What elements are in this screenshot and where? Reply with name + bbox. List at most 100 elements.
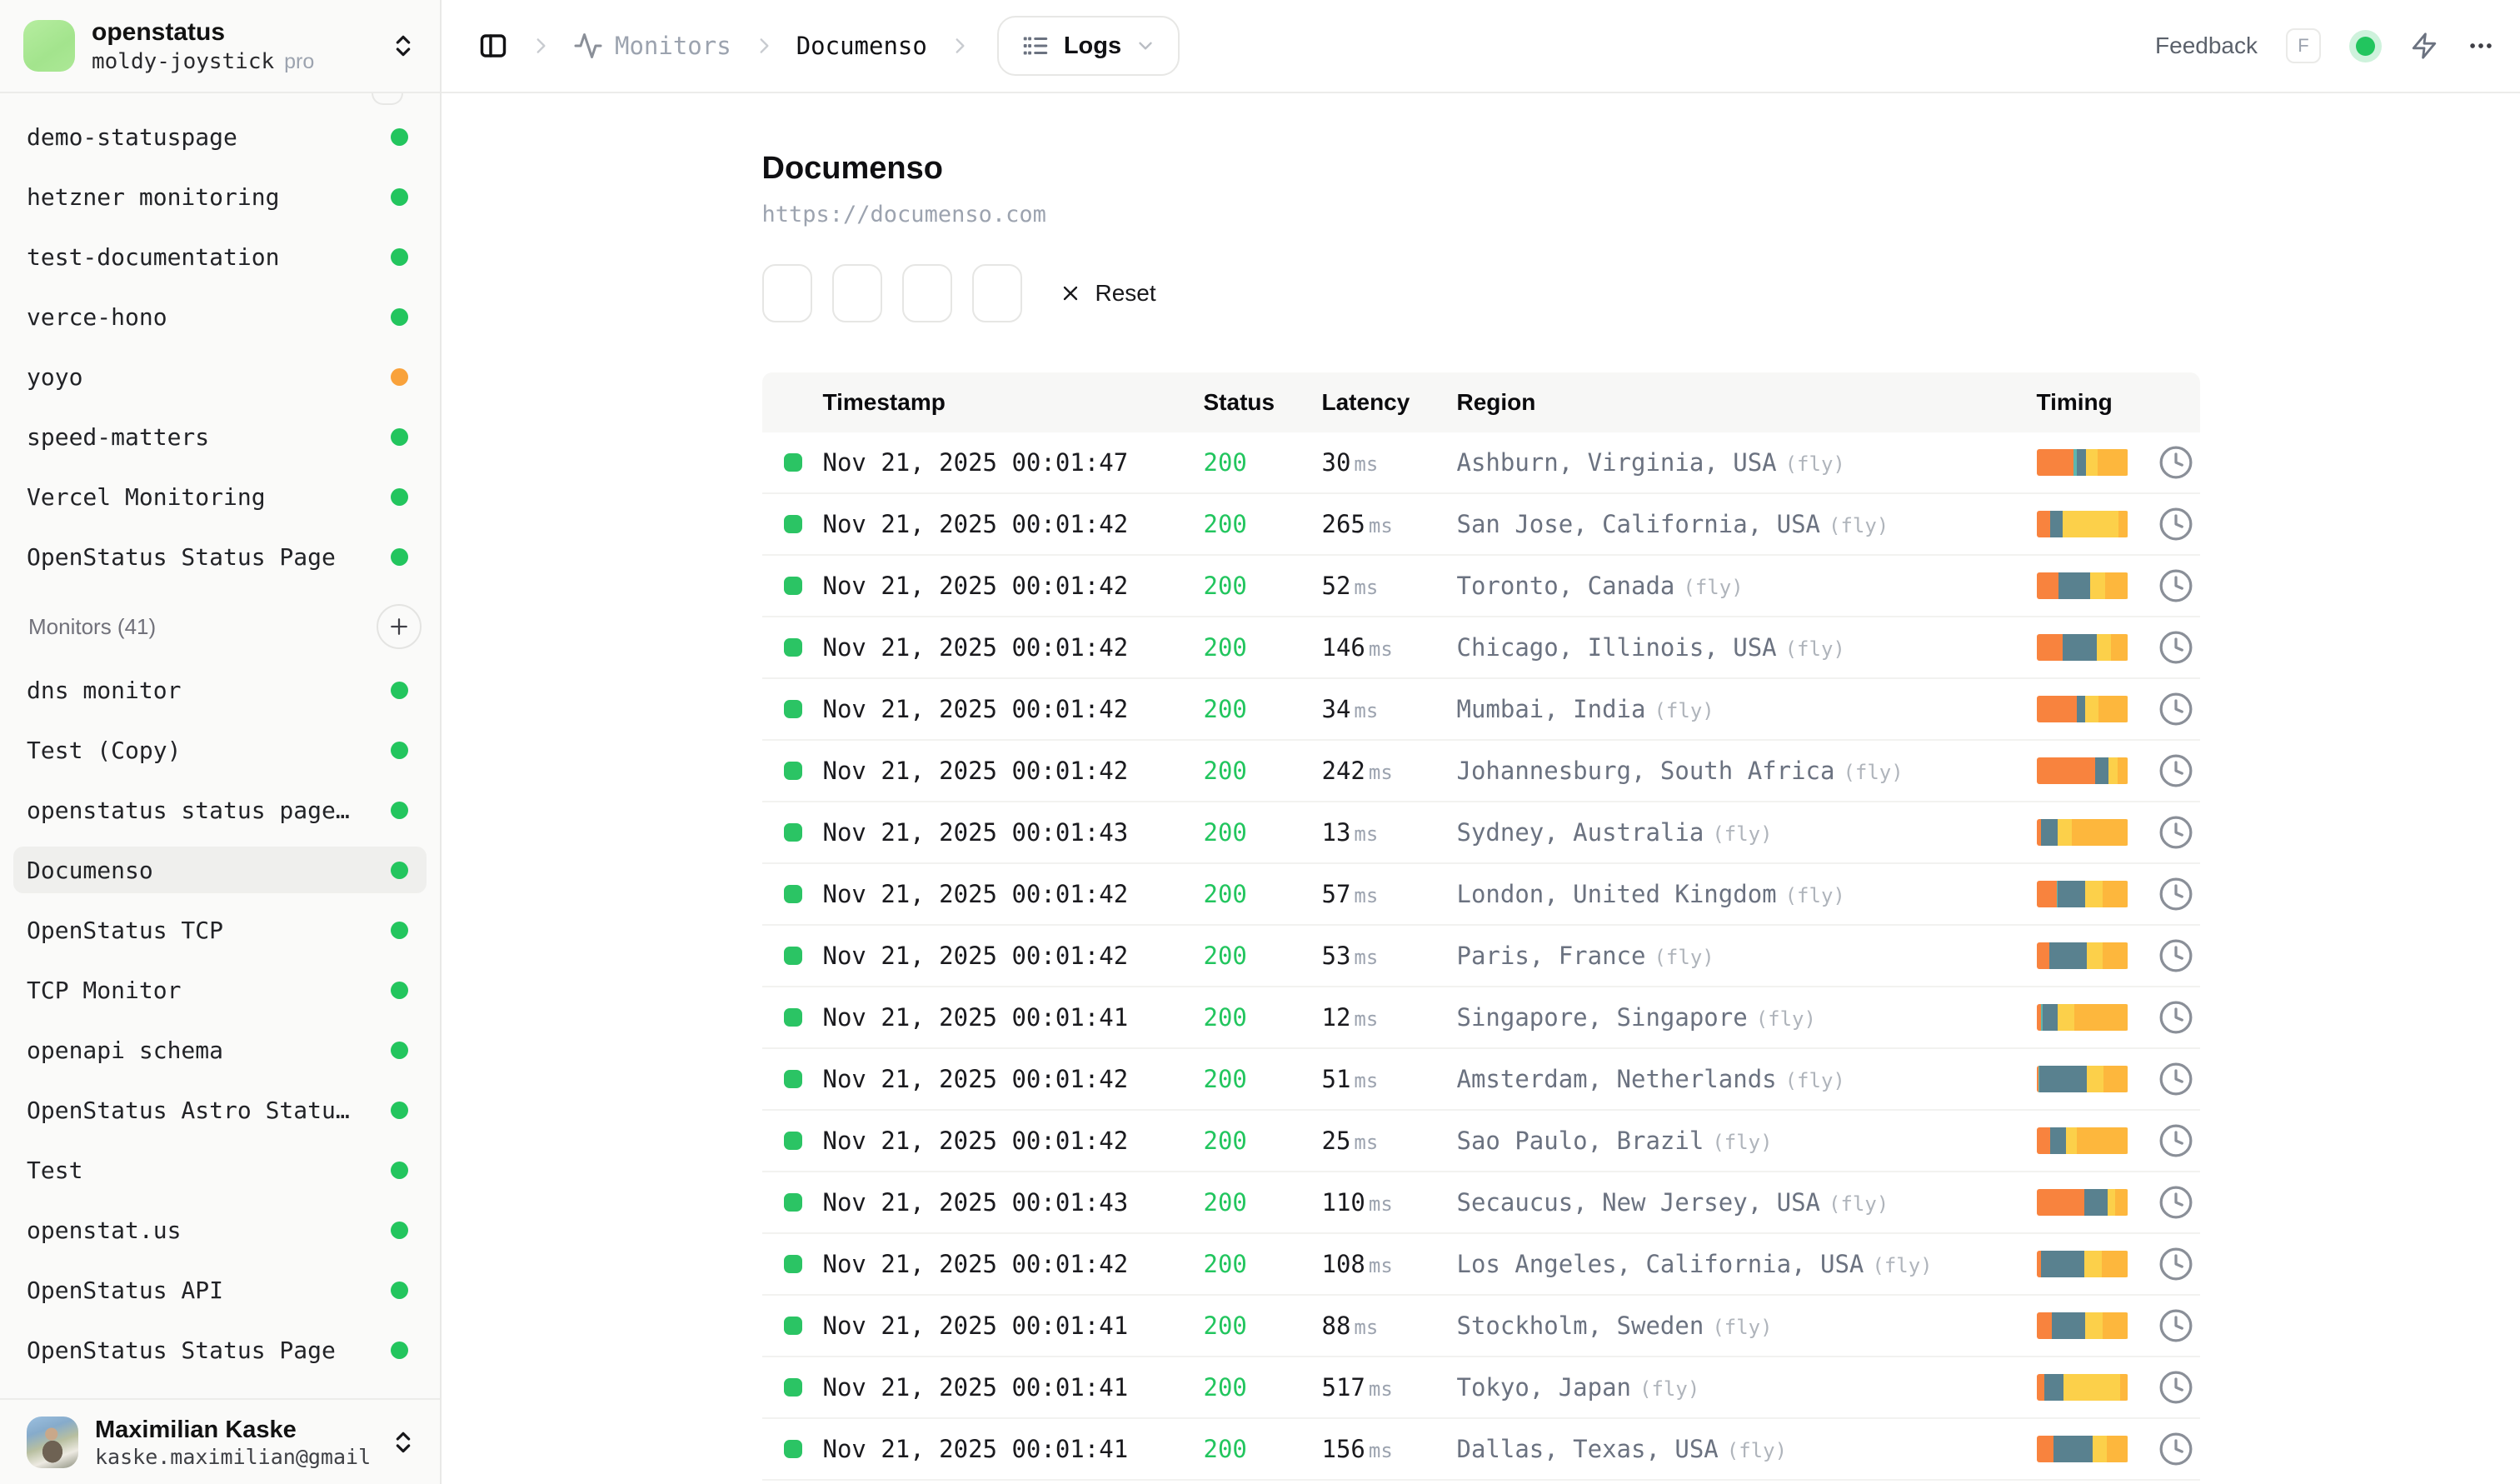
clock-icon[interactable] <box>2157 567 2195 605</box>
table-row[interactable]: Nov 21, 2025 00:01:42 200 25ms Sao Paulo… <box>762 1111 2200 1172</box>
table-row[interactable]: Nov 21, 2025 00:01:47 200 30ms Ashburn, … <box>762 432 2200 494</box>
list-details-icon <box>1020 31 1050 61</box>
row-latency-unit: ms <box>1354 1316 1378 1339</box>
timing-segment-orange <box>2037 1312 2053 1339</box>
clock-icon[interactable] <box>2157 998 2195 1037</box>
sidebar-nav: demo-statuspage hetzner monitoring test-… <box>0 93 440 1398</box>
zap-icon <box>2410 32 2438 60</box>
clock-icon[interactable] <box>2157 1307 2195 1345</box>
clock-icon[interactable] <box>2157 813 2195 852</box>
row-latency: 88 <box>1322 1312 1351 1340</box>
clock-icon[interactable] <box>2157 443 2195 482</box>
timing-segment-amber <box>2120 1374 2128 1401</box>
feedback-link[interactable]: Feedback <box>2155 32 2258 59</box>
table-row[interactable]: Nov 21, 2025 00:01:43 200 110ms Secaucus… <box>762 1172 2200 1234</box>
table-row[interactable]: Nov 21, 2025 00:01:42 200 146ms Chicago,… <box>762 617 2200 679</box>
sidebar-monitor-item[interactable]: dns monitor <box>13 667 427 713</box>
view-selector-button[interactable]: Logs <box>997 16 1180 76</box>
user-menu[interactable]: Maximilian Kaske kaske.maximilian@gmail… <box>0 1398 440 1484</box>
table-row[interactable]: Nov 21, 2025 00:01:43 200 13ms Sydney, A… <box>762 802 2200 864</box>
row-region-provider: (fly) <box>1756 1007 1816 1031</box>
sidebar-toggle-button[interactable] <box>478 31 508 61</box>
clock-icon[interactable] <box>2157 1368 2195 1407</box>
timing-segment-yellow <box>2085 881 2103 907</box>
clock-icon[interactable] <box>2157 1060 2195 1098</box>
table-row[interactable]: Nov 21, 2025 00:01:42 200 242ms Johannes… <box>762 741 2200 802</box>
filter-button[interactable] <box>902 264 952 322</box>
sidebar-status-page-item[interactable]: Vercel Monitoring <box>13 473 427 520</box>
sidebar-monitor-item[interactable]: Documenso <box>13 847 427 893</box>
timing-segment-amber <box>2118 757 2128 784</box>
status-square-icon <box>784 823 802 842</box>
workspace-switcher[interactable]: openstatus moldy-joystick pro <box>0 0 440 93</box>
timing-bar <box>2037 1004 2128 1031</box>
sidebar-monitor-item[interactable]: TCP Monitor <box>13 967 427 1013</box>
row-region-provider: (fly) <box>1872 1254 1932 1277</box>
table-row[interactable]: Nov 21, 2025 00:01:42 200 52ms Toronto, … <box>762 556 2200 617</box>
sidebar-monitor-item[interactable]: Test (Copy) <box>13 727 427 773</box>
sidebar-status-page-item[interactable]: demo-statuspage <box>13 113 427 160</box>
table-row[interactable]: Nov 21, 2025 00:01:41 200 156ms Dallas, … <box>762 1419 2200 1481</box>
timing-bar <box>2037 1189 2128 1216</box>
timing-segment-amber <box>2111 634 2128 661</box>
sidebar-monitor-item[interactable]: openstatus status page… <box>13 787 427 833</box>
sidebar-monitor-item[interactable]: openapi schema <box>13 1027 427 1073</box>
row-region: Singapore, Singapore <box>1457 1003 1748 1032</box>
row-latency: 265 <box>1322 510 1365 538</box>
clock-icon[interactable] <box>2157 752 2195 790</box>
filter-button[interactable] <box>972 264 1022 322</box>
table-row[interactable]: Nov 21, 2025 00:01:42 200 34ms Mumbai, I… <box>762 679 2200 741</box>
table-row[interactable]: Nov 21, 2025 00:01:42 200 265ms San Jose… <box>762 494 2200 556</box>
clock-icon[interactable] <box>2157 1430 2195 1468</box>
table-row[interactable]: Nov 21, 2025 00:01:42 200 53ms Paris, Fr… <box>762 926 2200 987</box>
sidebar-status-page-item[interactable]: yoyo <box>13 353 427 400</box>
sidebar-status-page-item[interactable]: hetzner monitoring <box>13 173 427 220</box>
clock-icon[interactable] <box>2157 1122 2195 1160</box>
clock-icon[interactable] <box>2157 690 2195 728</box>
sidebar-monitor-item[interactable]: OpenStatus Astro Statu… <box>13 1087 427 1133</box>
row-timestamp: Nov 21, 2025 00:01:42 <box>802 572 1179 600</box>
breadcrumb-monitor-label[interactable]: Documenso <box>796 32 927 60</box>
timing-bar <box>2037 757 2128 784</box>
sidebar-monitor-item[interactable]: OpenStatus API <box>13 1267 427 1313</box>
more-menu-button[interactable] <box>2467 32 2495 60</box>
sidebar-status-page-item[interactable]: verce-hono <box>13 293 427 340</box>
table-row[interactable]: Nov 21, 2025 00:01:42 200 57ms London, U… <box>762 864 2200 926</box>
clock-icon[interactable] <box>2157 875 2195 913</box>
table-row[interactable]: Nov 21, 2025 00:01:41 200 12ms Singapore… <box>762 987 2200 1049</box>
table-row[interactable]: Nov 21, 2025 00:01:42 200 51ms Amsterdam… <box>762 1049 2200 1111</box>
row-latency: 146 <box>1322 633 1365 662</box>
row-status-code: 200 <box>1179 1127 1297 1155</box>
add-monitor-button[interactable] <box>377 604 422 649</box>
sidebar-monitor-item[interactable]: openstat.us <box>13 1207 427 1253</box>
clock-icon[interactable] <box>2157 1245 2195 1283</box>
row-region-provider: (fly) <box>1712 822 1772 846</box>
monitor-url: https://documenso.com <box>762 202 2200 227</box>
reset-filters-button[interactable]: Reset <box>1042 264 1173 322</box>
sidebar-status-page-item[interactable]: test-documentation <box>13 233 427 280</box>
filter-button[interactable] <box>832 264 882 322</box>
timing-segment-amber <box>2103 942 2128 969</box>
clock-icon[interactable] <box>2157 628 2195 667</box>
clock-icon[interactable] <box>2157 1183 2195 1222</box>
sidebar-monitor-item[interactable]: OpenStatus TCP <box>13 907 427 953</box>
row-status-code: 200 <box>1179 695 1297 723</box>
sidebar-status-page-item[interactable]: OpenStatus Status Page <box>13 533 427 580</box>
filter-button[interactable] <box>762 264 812 322</box>
breadcrumb-monitors-link[interactable]: Monitors <box>573 31 731 61</box>
timing-segment-slate <box>2058 881 2085 907</box>
table-row[interactable]: Nov 21, 2025 00:01:41 200 517ms Tokyo, J… <box>762 1357 2200 1419</box>
table-row[interactable]: Nov 21, 2025 00:01:41 200 88ms Stockholm… <box>762 1296 2200 1357</box>
status-dot <box>391 802 408 819</box>
timing-segment-slate <box>2041 1251 2084 1277</box>
timing-segment-slate <box>2043 1004 2058 1031</box>
reset-label: Reset <box>1095 280 1156 307</box>
sidebar-monitor-item[interactable]: Test <box>13 1147 427 1193</box>
clock-icon[interactable] <box>2157 937 2195 975</box>
table-row[interactable]: Nov 21, 2025 00:01:42 200 108ms Los Ange… <box>762 1234 2200 1296</box>
clock-icon[interactable] <box>2157 505 2195 543</box>
sidebar-status-page-item[interactable]: speed-matters <box>13 413 427 460</box>
row-latency-unit: ms <box>1369 1439 1393 1462</box>
command-button[interactable] <box>2410 32 2438 60</box>
sidebar-monitor-item[interactable]: OpenStatus Status Page <box>13 1327 427 1373</box>
